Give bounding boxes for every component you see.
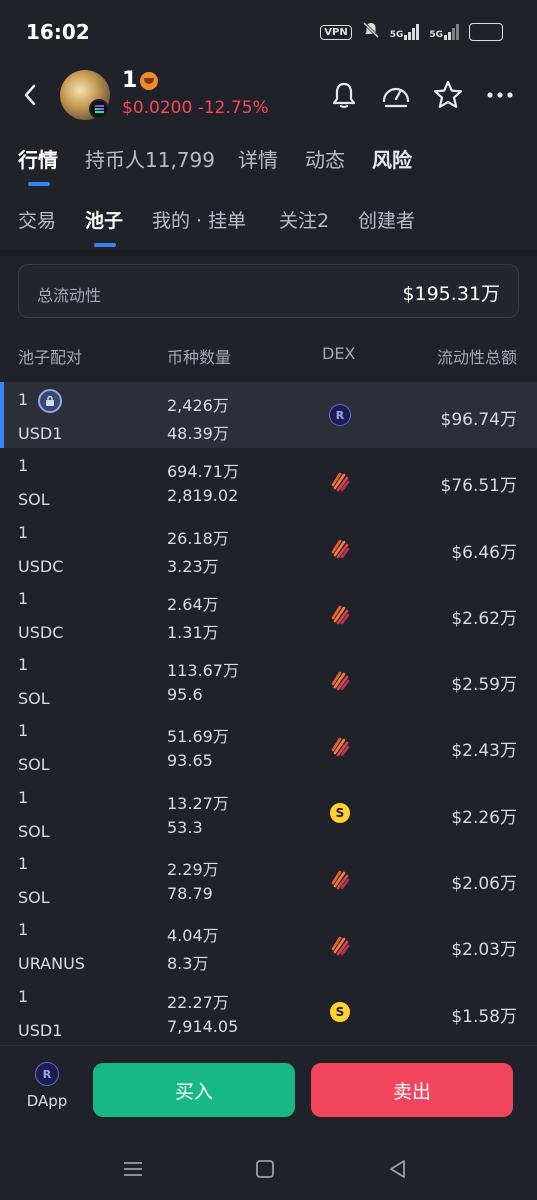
pool-row[interactable]: 1 SOL 113.67万 95.6 $2.59万 [0, 647, 537, 713]
raydium-icon: R [329, 404, 351, 426]
system-nav-bar [0, 1140, 537, 1200]
meteora-icon [329, 735, 351, 757]
pool-row[interactable]: 1 SOL 694.71万 2,819.02 $76.51万 [0, 448, 537, 514]
more-icon[interactable] [483, 78, 517, 112]
main-tabs: 行情 持币人11,799 详情 动态 风险 [0, 140, 537, 190]
pool-row[interactable]: 1 SOL 2.29万 78.79 $2.06万 [0, 846, 537, 912]
battery-icon: 81 [469, 23, 503, 41]
tab-details[interactable]: 详情 [238, 144, 278, 173]
dapp-button[interactable]: R DApp [22, 1062, 72, 1110]
subtab-my-orders[interactable]: 我的 · 挂单 [152, 206, 246, 233]
subtab-trades[interactable]: 交易 [18, 206, 56, 233]
star-icon[interactable] [431, 78, 465, 112]
signal-icon-2: 5G [429, 24, 459, 40]
raydium-icon: R [35, 1062, 59, 1086]
bell-icon[interactable] [327, 78, 361, 112]
subtab-pools[interactable]: 池子 [85, 206, 123, 233]
total-liquidity-value: $195.31万 [402, 283, 500, 305]
subtab-creator[interactable]: 创建者 [358, 206, 415, 233]
token-header: 1 $0.0200 -12.75% [0, 62, 537, 128]
header-dex: DEX [322, 344, 356, 363]
status-time: 16:02 [26, 20, 90, 44]
home-icon[interactable] [252, 1156, 278, 1182]
dapp-label: DApp [26, 1092, 68, 1110]
header-amount: 币种数量 [167, 348, 232, 367]
buy-button[interactable]: 买入 [93, 1063, 295, 1117]
orca-icon: S [329, 1000, 351, 1023]
pool-row[interactable]: 1 USDC 26.18万 3.23万 $6.46万 [0, 515, 537, 581]
meme-icon [140, 72, 158, 90]
price-change: -12.75% [197, 98, 269, 118]
token-name: 1 [122, 68, 138, 93]
tab-activity[interactable]: 动态 [305, 144, 345, 173]
lock-icon [38, 389, 62, 413]
meteora-icon [329, 537, 351, 559]
sub-tabs: 交易 池子 我的 · 挂单 关注2 创建者 [0, 200, 537, 250]
meteora-icon [329, 669, 351, 691]
meteora-icon [329, 470, 351, 492]
status-bar: 16:02 VPN 5G 5G 81 [0, 0, 537, 62]
back-nav-icon[interactable] [385, 1156, 411, 1182]
gauge-icon[interactable] [379, 78, 413, 112]
solana-icon [89, 99, 109, 119]
total-liquidity-label: 总流动性 [37, 286, 102, 305]
pool-table-header: 池子配对 币种数量 DEX 流动性总额 [0, 338, 537, 374]
meteora-icon [329, 868, 351, 890]
token-price: $0.0200 -12.75% [122, 98, 269, 118]
header-liquidity: 流动性总额 [436, 348, 517, 367]
orca-icon: S [329, 801, 351, 824]
tab-market[interactable]: 行情 [18, 144, 58, 173]
menu-icon[interactable] [120, 1156, 146, 1182]
status-icons: VPN 5G 5G 81 [320, 20, 503, 44]
mute-icon [362, 21, 380, 43]
meteora-icon [329, 934, 351, 956]
main-tab-indicator [28, 182, 50, 186]
header-pair: 池子配对 [18, 348, 83, 367]
sell-button[interactable]: 卖出 [311, 1063, 513, 1117]
pool-row[interactable]: 1 USD1 22.27万 7,914.05 S $1.58万 [0, 979, 537, 1045]
header-actions [327, 78, 517, 112]
vpn-icon: VPN [320, 24, 352, 40]
pool-row[interactable]: 1 SOL 51.69万 93.65 $2.43万 [0, 713, 537, 779]
bottom-action-bar: R DApp 买入 卖出 [0, 1045, 537, 1140]
signal-icon-1: 5G [390, 24, 420, 40]
pool-row[interactable]: 1 USD1 2,426万 48.39万 R $96.74万 [0, 382, 537, 449]
pool-row[interactable]: 1 USDC 2.64万 1.31万 $2.62万 [0, 581, 537, 647]
subtab-following[interactable]: 关注2 [279, 206, 329, 233]
pool-row[interactable]: 1 SOL 13.27万 53.3 S $2.26万 [0, 780, 537, 846]
sub-tab-indicator [94, 243, 116, 247]
tab-risk[interactable]: 风险 [372, 144, 412, 173]
pool-list: 1 USD1 2,426万 48.39万 R $96.74万 1 SOL 694… [0, 382, 537, 1045]
pool-row[interactable]: 1 URANUS 4.04万 8.3万 $2.03万 [0, 912, 537, 978]
total-liquidity-card: 总流动性 $195.31万 [18, 264, 519, 318]
meteora-icon [329, 603, 351, 625]
section-divider [0, 250, 537, 256]
tab-holders[interactable]: 持币人11,799 [85, 144, 215, 173]
back-icon[interactable] [18, 80, 44, 110]
